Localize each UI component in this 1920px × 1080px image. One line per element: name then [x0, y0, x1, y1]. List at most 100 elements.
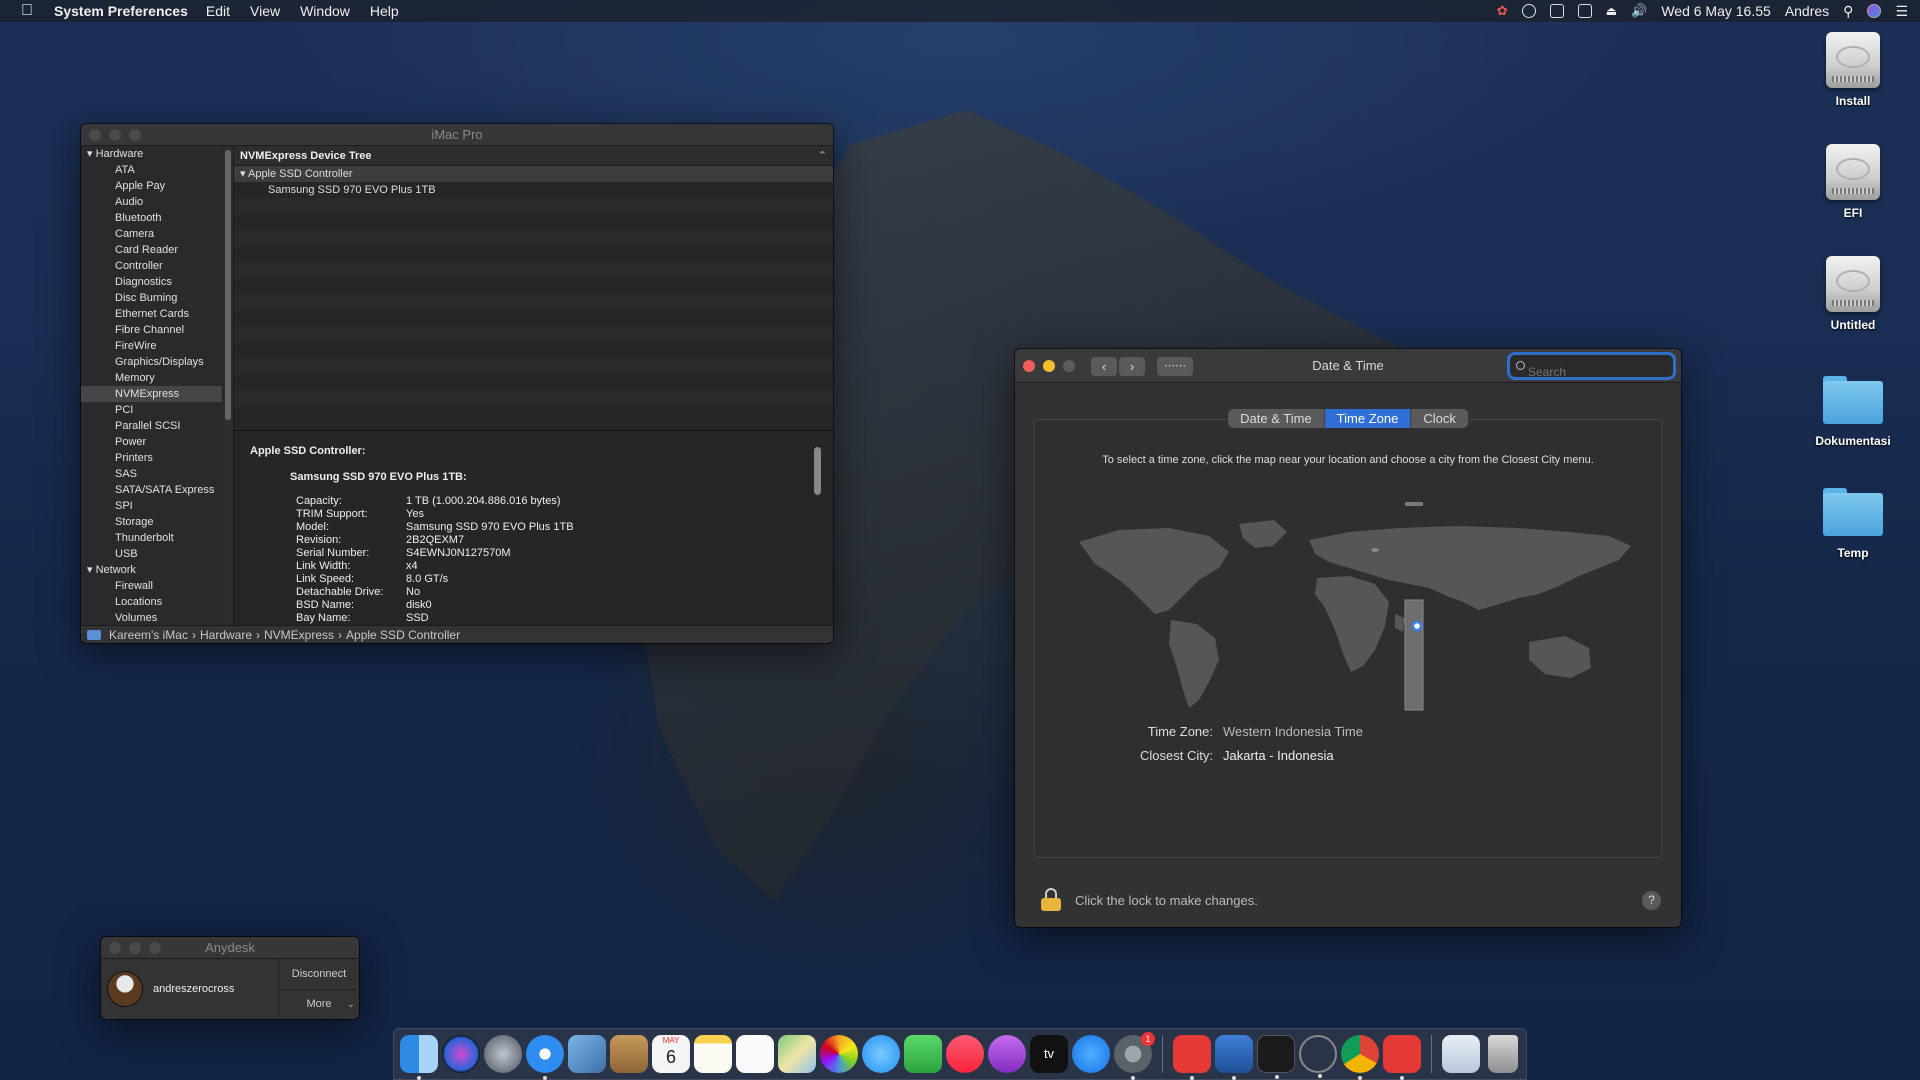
desktop-icon-install[interactable]: Install — [1798, 32, 1908, 108]
detail-scrollbar[interactable] — [814, 447, 821, 495]
dock-finder-icon[interactable] — [400, 1035, 438, 1080]
eject-icon[interactable]: ⏏ — [1606, 4, 1617, 18]
search-box[interactable] — [1510, 355, 1673, 383]
dock-notes-icon[interactable] — [694, 1035, 732, 1073]
spotlight-icon[interactable]: ⚲ — [1843, 3, 1853, 20]
show-all-button[interactable]: ⋯⋯ — [1157, 357, 1193, 376]
sidebar-item[interactable]: Disc Burning — [81, 290, 233, 306]
notification-center-icon[interactable]: ☰ — [1895, 3, 1908, 20]
dock-trash-icon[interactable] — [1488, 1035, 1518, 1073]
tab-time-zone[interactable]: Time Zone — [1324, 409, 1412, 428]
dock-chrome-icon[interactable] — [1341, 1035, 1379, 1080]
sidebar-item[interactable]: Memory — [81, 370, 233, 386]
dock-facetime-icon[interactable] — [904, 1035, 942, 1073]
search-input[interactable] — [1528, 361, 1663, 383]
sidebar-item[interactable]: PCI — [81, 402, 233, 418]
dock-system-preferences-icon[interactable]: 1 — [1114, 1032, 1155, 1080]
help-button[interactable]: ? — [1642, 891, 1661, 910]
sidebar-item[interactable]: Fibre Channel — [81, 322, 233, 338]
sidebar-item[interactable]: Diagnostics — [81, 274, 233, 290]
sidebar-item[interactable]: Camera — [81, 226, 233, 242]
menu-extra-shield-icon[interactable] — [1577, 4, 1592, 18]
zoom-button[interactable] — [1063, 360, 1075, 372]
volume-icon[interactable]: 🔊 — [1631, 3, 1647, 19]
sidebar-item[interactable]: Bluetooth — [81, 210, 233, 226]
sidebar-item[interactable]: Firewall — [81, 578, 233, 594]
tree-row-device[interactable]: Samsung SSD 970 EVO Plus 1TB — [234, 182, 833, 198]
close-button[interactable] — [89, 129, 101, 141]
sidebar-item[interactable]: Locations — [81, 594, 233, 610]
tab-date-time[interactable]: Date & Time — [1228, 409, 1325, 428]
disconnect-button[interactable]: Disconnect — [279, 959, 359, 990]
dock-usb-icon[interactable] — [1299, 1035, 1337, 1078]
tree-row-controller[interactable]: ▾ Apple SSD Controller — [234, 166, 833, 182]
desktop-icon-efi[interactable]: EFI — [1798, 144, 1908, 220]
breadcrumb-item[interactable]: NVMExpress — [264, 626, 334, 644]
sidebar-item[interactable]: Power — [81, 434, 233, 450]
sidebar-item[interactable]: Thunderbolt — [81, 530, 233, 546]
disclosure-triangle-icon[interactable]: ▾ — [87, 564, 96, 576]
dock-messages-icon[interactable] — [862, 1035, 900, 1073]
menu-extra-app-icon[interactable]: ✿ — [1497, 3, 1508, 19]
zoom-button[interactable] — [149, 942, 161, 954]
dock-podcasts-icon[interactable] — [988, 1035, 1026, 1073]
dock-safari-icon[interactable] — [526, 1035, 564, 1080]
disclosure-triangle-icon[interactable]: ▾ — [87, 148, 96, 160]
close-button[interactable] — [1023, 360, 1035, 372]
sidebar-item[interactable]: Graphics/Displays — [81, 354, 233, 370]
dock-activity-monitor-icon[interactable] — [1215, 1035, 1253, 1080]
dock-anydesk-alt-icon[interactable] — [1383, 1035, 1421, 1080]
menu-view[interactable]: View — [250, 3, 280, 19]
sidebar-item[interactable]: Ethernet Cards — [81, 306, 233, 322]
sidebar-scrollbar[interactable] — [222, 146, 233, 625]
menu-help[interactable]: Help — [370, 3, 399, 19]
apple-menu-icon[interactable]:  — [0, 2, 54, 20]
sidebar-item[interactable]: Controller — [81, 258, 233, 274]
dock-preview-icon[interactable] — [568, 1035, 606, 1073]
minimize-button[interactable] — [129, 942, 141, 954]
dock-launchpad-icon[interactable] — [484, 1035, 522, 1073]
dock-reminders-icon[interactable] — [736, 1035, 774, 1073]
sidebar-item[interactable]: Volumes — [81, 610, 233, 625]
sidebar-item[interactable]: FireWire — [81, 338, 233, 354]
anydesk-titlebar[interactable]: Anydesk — [101, 937, 359, 959]
menu-app-name[interactable]: System Preferences — [54, 3, 188, 19]
menubar-clock[interactable]: Wed 6 May 16.55 — [1661, 3, 1770, 19]
minimize-button[interactable] — [109, 129, 121, 141]
dock-maps-icon[interactable] — [778, 1035, 816, 1073]
device-tree-header[interactable]: NVMExpress Device Tree ⌃ — [234, 146, 833, 166]
breadcrumb-item[interactable]: Kareem's iMac — [109, 626, 188, 644]
sidebar-group[interactable]: ▾ Hardware — [81, 146, 233, 162]
sidebar-group[interactable]: ▾ Network — [81, 562, 233, 578]
activity-monitor-icon[interactable] — [1549, 4, 1564, 18]
back-button[interactable]: ‹ — [1091, 357, 1117, 376]
sidebar-item[interactable]: Audio — [81, 194, 233, 210]
dock-appstore-icon[interactable] — [1072, 1035, 1110, 1073]
lock-icon[interactable] — [1041, 888, 1061, 911]
world-map[interactable] — [1059, 502, 1639, 712]
dock-calendar-icon[interactable]: MAY 6 — [652, 1035, 690, 1073]
breadcrumb-item[interactable]: Apple SSD Controller — [346, 626, 460, 644]
sidebar-item[interactable]: ATA — [81, 162, 233, 178]
dock-siri-icon[interactable] — [442, 1035, 480, 1073]
sidebar-item[interactable]: Printers — [81, 450, 233, 466]
dock-anydesk-icon[interactable] — [1173, 1035, 1211, 1080]
dock-downloads-icon[interactable] — [1442, 1035, 1480, 1073]
sidebar-item[interactable]: USB — [81, 546, 233, 562]
close-button[interactable] — [109, 942, 121, 954]
minimize-button[interactable] — [1043, 360, 1055, 372]
menu-window[interactable]: Window — [300, 3, 350, 19]
sidebar-item[interactable]: Storage — [81, 514, 233, 530]
sidebar-item[interactable]: SAS — [81, 466, 233, 482]
menu-edit[interactable]: Edit — [206, 3, 230, 19]
dock-photos-icon[interactable] — [820, 1035, 858, 1073]
menubar-user[interactable]: Andres — [1785, 3, 1829, 19]
location-pin[interactable] — [1411, 620, 1423, 632]
dock-music-icon[interactable] — [946, 1035, 984, 1073]
dock-appletv-icon[interactable]: tv — [1030, 1035, 1068, 1073]
sidebar-item[interactable]: Apple Pay — [81, 178, 233, 194]
datetime-titlebar[interactable]: ‹ › ⋯⋯ Date & Time — [1015, 349, 1681, 383]
desktop-icon-temp[interactable]: Temp — [1798, 480, 1908, 560]
desktop-icon-dokumentasi[interactable]: Dokumentasi — [1798, 368, 1908, 448]
forward-button[interactable]: › — [1119, 357, 1145, 376]
